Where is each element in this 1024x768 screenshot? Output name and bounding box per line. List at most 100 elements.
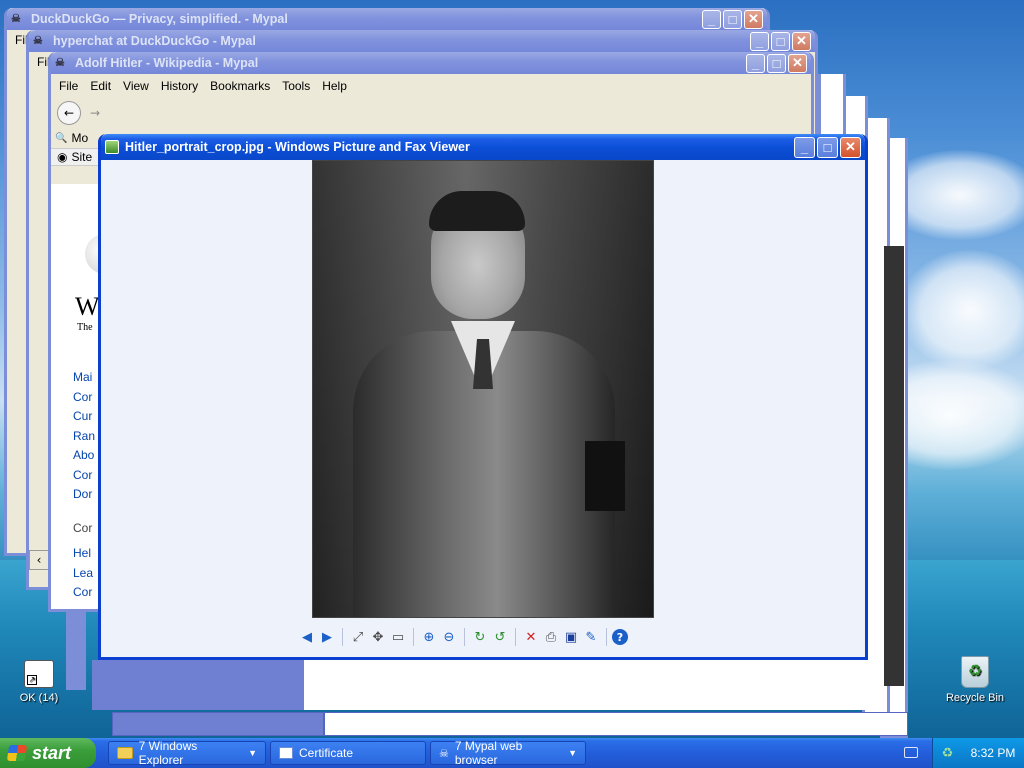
close-button[interactable]: ✕ — [788, 53, 807, 73]
maximize-button[interactable]: □ — [771, 31, 790, 51]
scroll-left-button[interactable]: ‹ — [29, 550, 49, 570]
minimize-button[interactable]: _ — [750, 31, 769, 51]
menubar: File Edit View History Bookmarks Tools H… — [51, 74, 811, 98]
viewer-toolbar: ◀ ▶ ⤢ ✥ ▭ ⊕ ⊖ ↻ ↺ ✕ ⎙ ▣ ✎ ? — [297, 626, 628, 648]
background-window-panel — [92, 660, 304, 710]
mypal-icon: ☠ — [55, 57, 65, 69]
titlebar[interactable]: ☠ Adolf Hitler - Wikipedia - Mypal _ □ ✕ — [51, 52, 811, 74]
navigation-toolbar: ← → — [51, 98, 811, 128]
sidebar-link[interactable]: Mai — [73, 368, 95, 388]
clock[interactable]: 8:32 PM — [971, 746, 1016, 760]
menu-tools[interactable]: Tools — [278, 79, 314, 93]
toolbar-separator — [342, 628, 343, 646]
minimize-button[interactable]: _ — [794, 136, 815, 158]
delete-icon[interactable]: ✕ — [521, 627, 541, 647]
bookmark-item[interactable]: Mo — [71, 131, 88, 145]
background-window-edge — [66, 610, 86, 690]
bookmark-icon: 🔍 — [55, 132, 68, 144]
mypal-icon: ☠ — [11, 13, 21, 25]
help-icon[interactable]: ? — [612, 629, 628, 645]
sidebar-nav: Mai Cor Cur Ran Abo Cor Dor Cor Hel Lea … — [73, 368, 95, 603]
menu-edit[interactable]: Edit — [86, 79, 115, 93]
best-fit-icon[interactable]: ⤢ — [348, 627, 368, 647]
wikipedia-wordmark: W — [75, 292, 100, 321]
menu-help[interactable]: Help — [318, 79, 351, 93]
desktop-cloud — [900, 250, 1024, 370]
portrait-image — [312, 160, 654, 618]
viewer-canvas: ◀ ▶ ⤢ ✥ ▭ ⊕ ⊖ ↻ ↺ ✕ ⎙ ▣ ✎ ? — [101, 160, 865, 657]
sidebar-link[interactable]: Cor — [73, 519, 95, 539]
titlebar[interactable]: ☠ hyperchat at DuckDuckGo - Mypal _ □ ✕ — [29, 30, 815, 52]
forward-button[interactable]: → — [87, 105, 103, 121]
shortcut-icon: ↗ — [24, 660, 54, 688]
desktop-icon-recycle-bin[interactable]: ♻ Recycle Bin — [940, 656, 1010, 704]
menu-view[interactable]: View — [119, 79, 153, 93]
taskbar-button-mypal[interactable]: ☠ 7 Mypal web browser ▼ — [430, 739, 586, 767]
picture-viewer-icon — [105, 140, 119, 154]
sidebar-link[interactable]: Cor — [73, 388, 95, 408]
menu-file[interactable]: File — [55, 79, 82, 93]
titlebar[interactable]: ☠ DuckDuckGo — Privacy, simplified. - My… — [7, 8, 767, 30]
window-title: hyperchat at DuckDuckGo - Mypal — [53, 34, 256, 48]
desktop-icon-label: Recycle Bin — [945, 692, 1005, 704]
slideshow-icon[interactable]: ▭ — [388, 627, 408, 647]
sidebar-link[interactable]: Abo — [73, 446, 95, 466]
sidebar-link[interactable]: Cor — [73, 583, 95, 603]
taskbar-button-label: 7 Mypal web browser — [454, 739, 523, 767]
zoom-out-icon[interactable]: ⊖ — [439, 627, 459, 647]
background-window-panel — [324, 712, 908, 736]
sidebar-link[interactable]: Dor — [73, 485, 95, 505]
sidebar-link[interactable]: Cor — [73, 466, 95, 486]
recycle-bin-icon: ♻ — [961, 656, 989, 688]
close-button[interactable]: ✕ — [792, 31, 811, 51]
back-button[interactable]: ← — [57, 101, 81, 125]
network-icon[interactable]: ♻ — [942, 745, 954, 761]
taskbar-button-label: 7 Windows Explorer — [138, 739, 198, 767]
chevron-down-icon: ▼ — [248, 748, 257, 758]
maximize-button[interactable]: □ — [767, 53, 786, 73]
copy-to-icon[interactable]: ▣ — [561, 627, 581, 647]
actual-size-icon[interactable]: ✥ — [368, 627, 388, 647]
tab-label[interactable]: Site — [71, 150, 92, 164]
background-window-panel — [304, 660, 884, 710]
keyboard-icon[interactable] — [904, 747, 918, 758]
close-button[interactable]: ✕ — [840, 136, 861, 158]
zoom-in-icon[interactable]: ⊕ — [419, 627, 439, 647]
window-title: Adolf Hitler - Wikipedia - Mypal — [75, 56, 259, 70]
edit-icon[interactable]: ✎ — [581, 627, 601, 647]
next-image-icon[interactable]: ▶ — [317, 627, 337, 647]
toolbar-separator — [413, 628, 414, 646]
minimize-button[interactable]: _ — [702, 9, 721, 29]
window-title: DuckDuckGo — Privacy, simplified. - Mypa… — [31, 12, 288, 26]
menu-history[interactable]: History — [157, 79, 202, 93]
window-icon — [279, 747, 293, 759]
sidebar-link[interactable]: Ran — [73, 427, 95, 447]
desktop-icon-ok[interactable]: ↗ OK (14) — [4, 660, 74, 704]
background-window-panel — [112, 712, 324, 736]
wikipedia-tagline: The — [77, 322, 93, 333]
close-button[interactable]: ✕ — [744, 9, 763, 29]
taskbar-button-certificate[interactable]: Certificate — [270, 741, 426, 765]
scrollbar-dark — [884, 246, 904, 686]
taskbar-button-label: Certificate — [299, 746, 354, 760]
taskbar: start 7 Windows Explorer ▼ Certificate ☠… — [0, 738, 1024, 768]
maximize-button[interactable]: □ — [723, 9, 742, 29]
rotate-clockwise-icon[interactable]: ↻ — [470, 627, 490, 647]
rotate-counterclockwise-icon[interactable]: ↺ — [490, 627, 510, 647]
portrait-armband — [585, 441, 625, 511]
windows-logo-icon — [6, 745, 28, 761]
chevron-down-icon: ▼ — [568, 748, 577, 758]
previous-image-icon[interactable]: ◀ — [297, 627, 317, 647]
sidebar-link[interactable]: Cur — [73, 407, 95, 427]
start-button[interactable]: start — [0, 738, 96, 768]
maximize-button[interactable]: □ — [817, 136, 838, 158]
taskbar-button-windows-explorer[interactable]: 7 Windows Explorer ▼ — [108, 739, 266, 767]
minimize-button[interactable]: _ — [746, 53, 765, 73]
sidebar-link[interactable]: Lea — [73, 564, 95, 584]
sidebar-link[interactable]: Hel — [73, 544, 95, 564]
print-icon[interactable]: ⎙ — [541, 627, 561, 647]
menu-bookmarks[interactable]: Bookmarks — [206, 79, 274, 93]
window-picture-viewer[interactable]: Hitler_portrait_crop.jpg - Windows Pictu… — [98, 134, 868, 660]
titlebar[interactable]: Hitler_portrait_crop.jpg - Windows Pictu… — [101, 134, 865, 160]
globe-icon: ◉ — [57, 150, 68, 164]
